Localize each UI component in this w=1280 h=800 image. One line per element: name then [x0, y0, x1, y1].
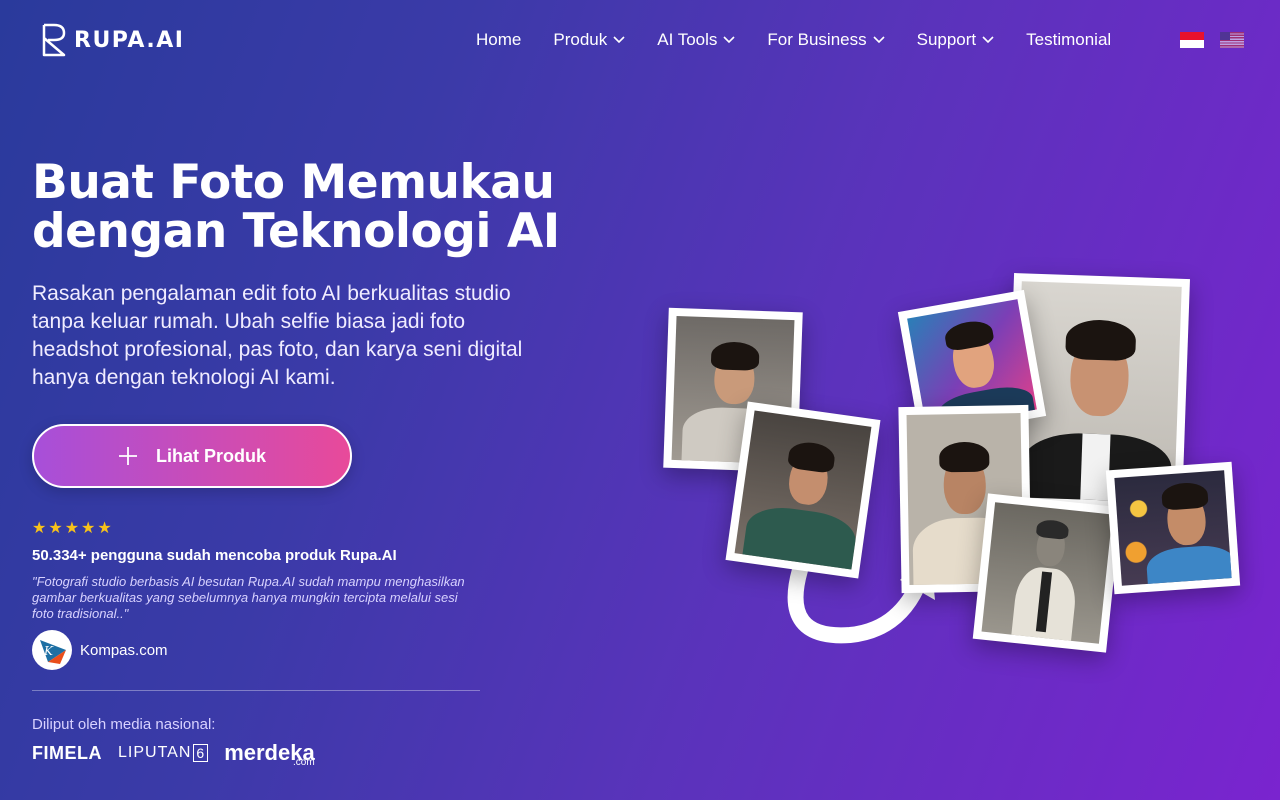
media-label: Diliput oleh media nasional:	[32, 716, 216, 733]
star-icon: ★	[64, 520, 80, 537]
nav-ai-tools[interactable]: AI Tools	[657, 30, 735, 50]
liputan6-logo-word: LIPUTAN	[118, 744, 192, 761]
bokeh-photo	[1105, 461, 1241, 595]
media-logos: FIMELA LIPUTAN 6 merdeka .com	[32, 742, 315, 769]
star-icon: ★	[97, 520, 112, 537]
svg-text:K: K	[43, 644, 54, 658]
star-icon: ★	[32, 520, 47, 537]
nav-support-label: Support	[916, 30, 977, 49]
quote-source-name: Kompas.com	[80, 641, 168, 659]
vintage-suit-photo	[972, 493, 1122, 653]
nav-home[interactable]: Home	[476, 30, 521, 50]
nav-testimonial-label: Testimonial	[1026, 30, 1112, 49]
hero-title-line1: Buat Foto Memukau	[32, 155, 555, 210]
indonesia-flag-icon[interactable]	[1180, 32, 1204, 48]
nav-testimonial[interactable]: Testimonial	[1026, 30, 1111, 50]
selfie-photo-2	[725, 401, 881, 579]
plus-icon	[118, 447, 137, 465]
brand-logo[interactable]: RUPA.AI	[40, 22, 184, 58]
language-switcher	[1180, 32, 1244, 48]
users-count-text: 50.334+ pengguna sudah mencoba produk Ru…	[32, 547, 397, 564]
liputan6-logo: LIPUTAN 6	[118, 744, 209, 762]
star-icon: ★	[81, 520, 96, 537]
nav-home-label: Home	[476, 30, 522, 49]
photo-collage	[640, 260, 1260, 680]
chevron-down-icon	[873, 36, 885, 44]
hero-title-line2: dengan Teknologi AI	[32, 204, 560, 259]
nav-for-business[interactable]: For Business	[767, 30, 885, 50]
nav-support[interactable]: Support	[917, 30, 995, 50]
nav-produk-label: Produk	[553, 30, 608, 49]
hero-subtitle: Rasakan pengalaman edit foto AI berkuali…	[32, 282, 523, 389]
merdeka-logo: merdeka .com	[224, 742, 315, 769]
kompas-logo-icon: K	[32, 630, 72, 670]
chevron-down-icon	[723, 36, 735, 44]
brand-name: RUPA.AI	[74, 27, 185, 53]
us-flag-icon[interactable]	[1220, 32, 1244, 48]
lihat-produk-label: Lihat Produk	[155, 445, 266, 466]
hero-title: Buat Foto Memukau dengan Teknologi AI	[32, 158, 592, 256]
testimonial-quote: "Fotografi studio berbasis AI besutan Ru…	[32, 574, 465, 621]
nav-ai-tools-label: AI Tools	[657, 30, 718, 49]
nav-produk[interactable]: Produk	[553, 30, 625, 50]
rupa-logo-icon	[42, 23, 66, 57]
star-icon: ★	[48, 520, 63, 537]
nav-for-business-label: For Business	[767, 30, 867, 49]
chevron-down-icon	[613, 36, 625, 44]
divider	[32, 690, 480, 691]
quote-source: K Kompas.com	[32, 630, 168, 670]
rating-stars: ★ ★ ★ ★ ★	[32, 518, 112, 538]
lihat-produk-button[interactable]: Lihat Produk	[32, 424, 352, 488]
top-nav: RUPA.AI Home Produk AI Tools For Busines…	[0, 0, 1280, 80]
fimela-logo: FIMELA	[32, 742, 102, 763]
liputan6-logo-number: 6	[193, 744, 209, 762]
main-menu: Home Produk AI Tools For Business Suppor…	[476, 30, 1143, 50]
chevron-down-icon	[982, 36, 994, 44]
merdeka-logo-domain: .com	[293, 757, 315, 768]
